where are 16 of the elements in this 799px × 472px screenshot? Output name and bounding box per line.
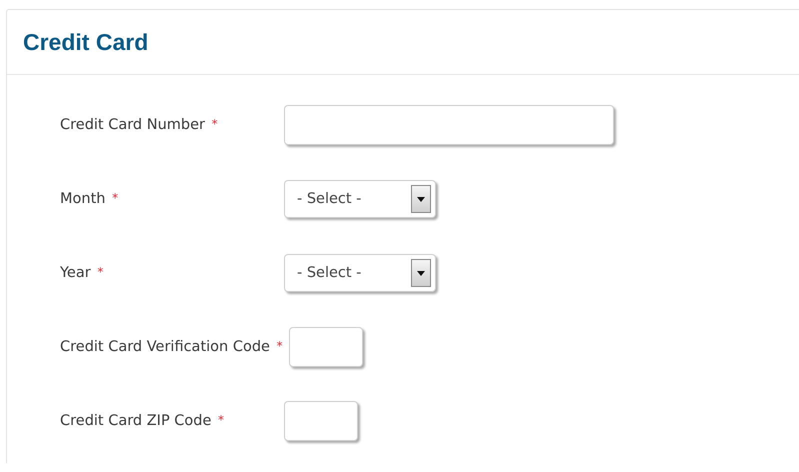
input-field[interactable] (288, 327, 363, 367)
input-field[interactable] (284, 401, 358, 441)
select-dropdown[interactable]: - Select - (284, 180, 436, 218)
field-label: Credit Card ZIP Code (60, 413, 212, 429)
required-mark: * (218, 413, 224, 427)
field-label: Credit Card Verification Code (60, 339, 270, 355)
select-dropdown[interactable]: - Select - (284, 254, 436, 292)
input-field[interactable] (284, 105, 614, 145)
field-label: Month (60, 191, 106, 207)
field-label: Credit Card Number (60, 117, 205, 133)
required-mark: * (97, 265, 104, 279)
field-label: Year (60, 265, 91, 281)
required-mark: * (112, 191, 118, 205)
panel-title: Credit Card (23, 28, 148, 56)
required-mark: * (276, 339, 283, 353)
required-mark: * (212, 117, 218, 131)
